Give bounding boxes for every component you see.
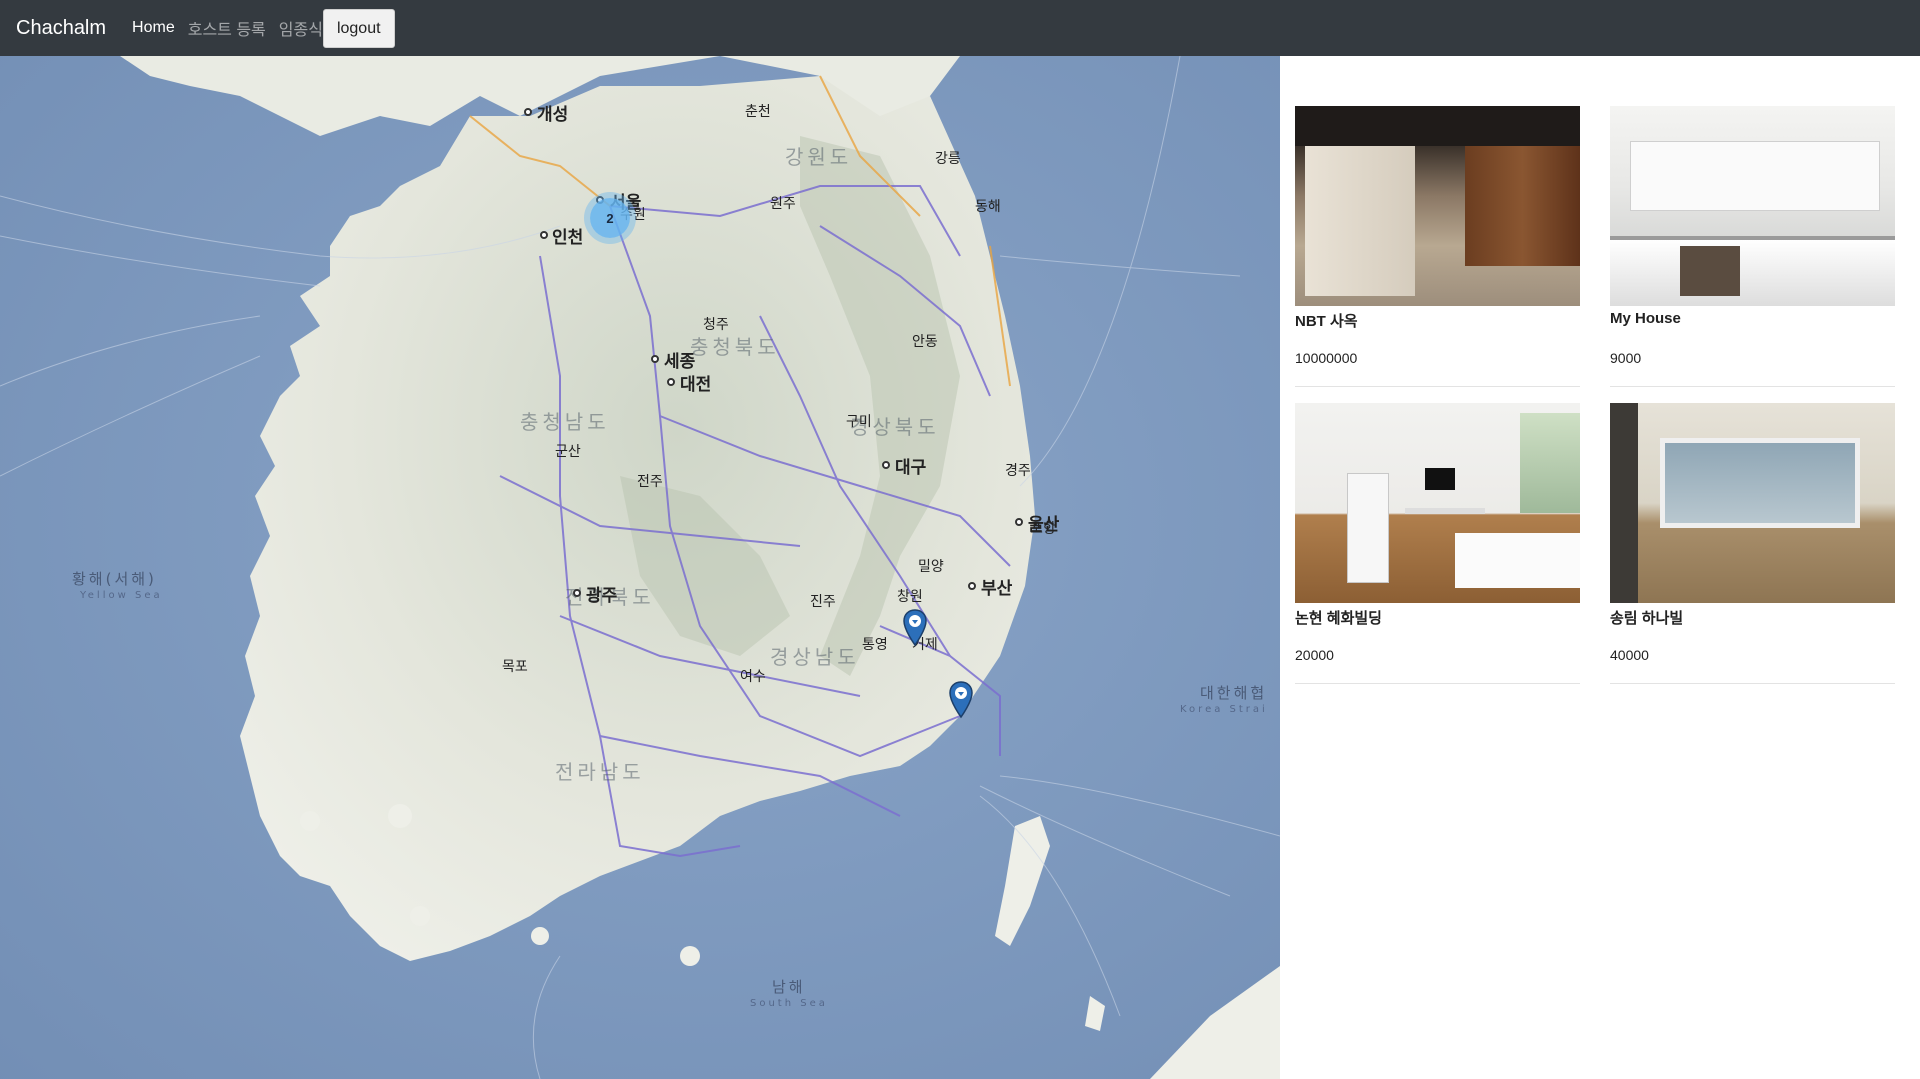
city-label-busan: 부산	[981, 579, 1013, 599]
map-pin-icon[interactable]	[948, 681, 974, 719]
city-label-wonju: 원주	[770, 196, 796, 212]
city-label-changwon: 창원	[897, 589, 923, 605]
city-label-gangneung: 강릉	[935, 151, 961, 167]
map-view[interactable]: 강원도 충청북도 충청남도 경상북도 경상남도 전라북도 전라남도 황해(서해)…	[0, 56, 1280, 1079]
city-label-gyeongju: 경주	[1005, 463, 1031, 479]
listing-title[interactable]: My House	[1610, 310, 1895, 332]
map-cluster-marker[interactable]: 2	[590, 198, 630, 238]
listing-price: 9000	[1610, 350, 1642, 366]
cluster-count: 2	[606, 210, 614, 226]
nav-host-register[interactable]: 호스트 등록	[188, 16, 266, 40]
region-label-jeonnam: 전라남도	[555, 760, 645, 784]
listing-card[interactable]: NBT 사옥 10000000	[1295, 106, 1580, 387]
city-label-mokpo: 목포	[502, 659, 528, 675]
region-label-chungnam: 충청남도	[520, 410, 610, 434]
city-label-sejong: 세종	[664, 352, 696, 372]
city-label-miryang: 밀양	[918, 559, 944, 575]
sea-label-yellow-sea-en: Yellow Sea	[80, 590, 163, 601]
city-label-cheongju: 청주	[703, 317, 729, 333]
region-label-gyeongnam: 경상남도	[770, 645, 860, 669]
brand-logo[interactable]: Chachalm	[16, 17, 106, 40]
city-label-daegu: 대구	[895, 458, 927, 478]
listing-photo[interactable]	[1295, 106, 1580, 306]
city-label-tongyeong: 통영	[862, 637, 888, 653]
city-dot-daejeon	[667, 378, 675, 386]
nav-user-name[interactable]: 임종식	[279, 16, 323, 40]
listings-grid: NBT 사옥 10000000 My House 9000 논현 혜화빌딩 20…	[1295, 106, 1920, 684]
city-label-jeonju: 전주	[637, 474, 663, 490]
listing-photo[interactable]	[1610, 106, 1895, 306]
city-label-incheon: 인천	[552, 228, 584, 248]
region-label-chungbuk: 충청북도	[690, 335, 780, 359]
city-dot-incheon	[540, 231, 548, 239]
listing-price: 10000000	[1295, 350, 1358, 366]
listing-card[interactable]: My House 9000	[1610, 106, 1895, 387]
city-label-andong: 안동	[912, 334, 938, 350]
listing-price: 20000	[1295, 647, 1334, 663]
sea-label-south-sea-en: South Sea	[750, 998, 828, 1009]
city-label-jinju: 진주	[810, 594, 836, 610]
listing-title[interactable]: NBT 사옥	[1295, 310, 1580, 332]
city-label-donghae: 동해	[975, 199, 1001, 215]
nav-home[interactable]: Home	[132, 19, 175, 37]
listing-card[interactable]: 송림 하나빌 40000	[1610, 403, 1895, 684]
listing-price: 40000	[1610, 647, 1649, 663]
listing-photo[interactable]	[1610, 403, 1895, 603]
city-label-gunsan: 군산	[555, 444, 581, 460]
city-dot-ulsan	[1015, 518, 1023, 526]
city-dot-daegu	[882, 461, 890, 469]
city-label-yeosu: 여수	[740, 669, 766, 685]
sea-label-korea-strait: 대한해협	[1200, 684, 1268, 702]
top-navbar: Chachalm Home 호스트 등록 임종식 logout	[0, 0, 1920, 56]
city-dot-gwangju	[573, 589, 581, 597]
city-label-gwangju: 광주	[586, 586, 618, 606]
listings-panel: NBT 사옥 10000000 My House 9000 논현 혜화빌딩 20…	[1280, 56, 1920, 1079]
listing-photo[interactable]	[1295, 403, 1580, 603]
sea-label-south-sea: 남해	[772, 978, 806, 996]
logout-button[interactable]: logout	[322, 8, 395, 48]
city-label-kaesong: 개성	[537, 105, 569, 125]
listing-title[interactable]: 송림 하나빌	[1610, 607, 1895, 629]
region-label-gangwon: 강원도	[785, 145, 853, 169]
city-label-pohang: 포항	[1030, 521, 1056, 537]
city-label-gumi: 구미	[846, 414, 872, 430]
city-label-daejeon: 대전	[680, 375, 712, 395]
sea-label-yellow-sea: 황해(서해)	[72, 570, 157, 588]
sea-label-korea-strait-en: Korea Strai	[1180, 704, 1268, 715]
listing-title[interactable]: 논현 혜화빌딩	[1295, 607, 1580, 629]
city-dot-busan	[968, 582, 976, 590]
listing-card[interactable]: 논현 혜화빌딩 20000	[1295, 403, 1580, 684]
city-label-chuncheon: 춘천	[745, 104, 771, 120]
map-pin-icon[interactable]	[902, 609, 928, 647]
city-dot-sejong	[651, 355, 659, 363]
city-dot-kaesong	[524, 108, 532, 116]
